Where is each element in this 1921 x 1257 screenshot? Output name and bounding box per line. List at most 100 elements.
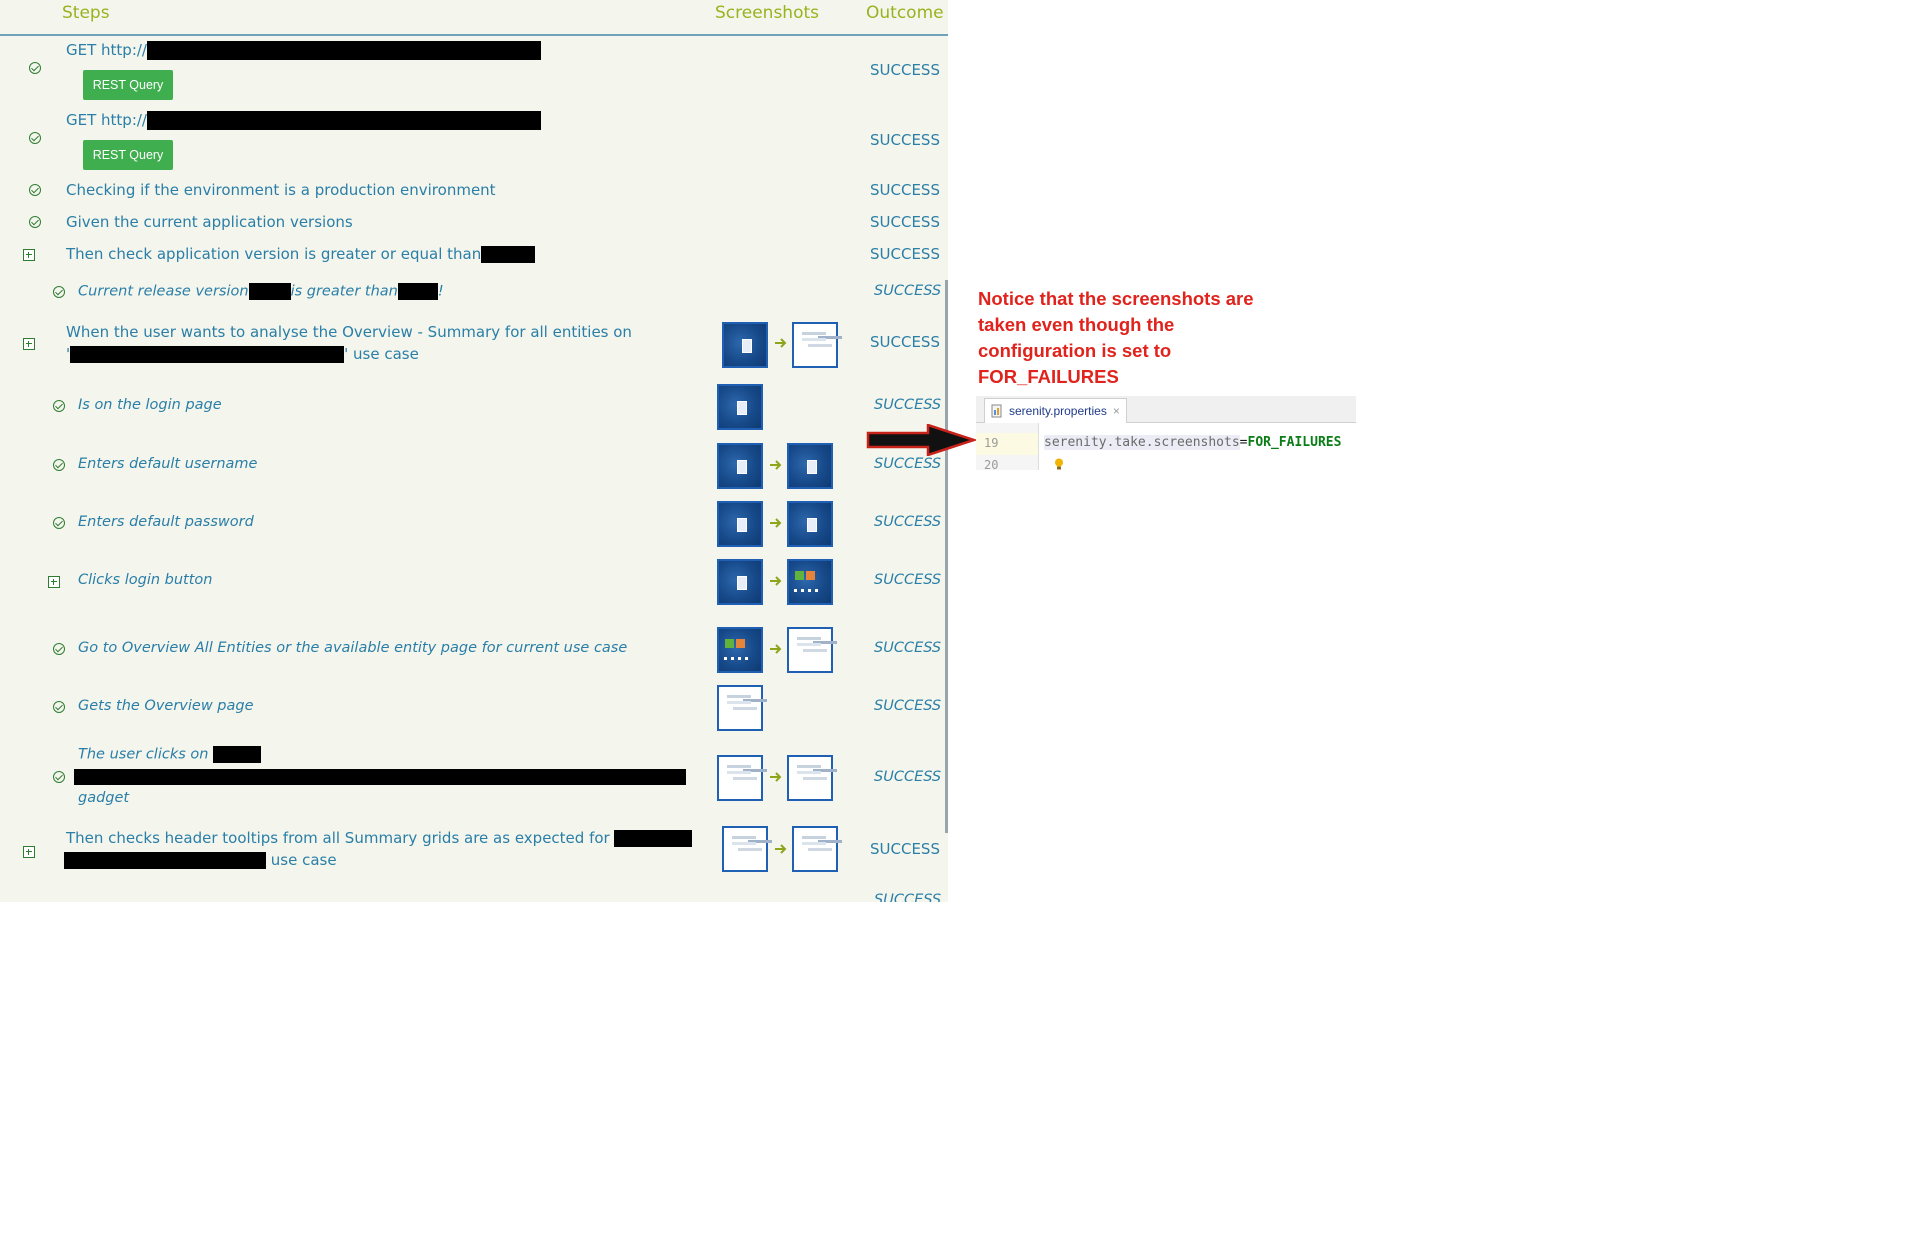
redacted-block (248, 283, 291, 300)
screenshot-thumbnail[interactable] (717, 627, 763, 673)
screenshot-thumbnail[interactable] (792, 826, 838, 872)
scrollbar[interactable] (945, 280, 948, 833)
redacted-block (74, 769, 686, 785)
step-text: The user clicks on (78, 746, 262, 763)
arrow-right-icon (770, 576, 782, 586)
step-outcome: SUCCESS (874, 892, 942, 902)
screenshot-thumbnail[interactable] (787, 755, 833, 801)
step-outcome: SUCCESS (874, 397, 942, 413)
step-outcome: SUCCESS (874, 640, 942, 656)
rest-query-button[interactable]: REST Query (83, 70, 173, 100)
table-row: Gets the Overview page SUCCESS (0, 684, 948, 732)
step-text: Enters default password (78, 514, 254, 530)
tab-label: serenity.properties (1009, 404, 1107, 418)
expand-plus-icon[interactable] (23, 338, 35, 350)
success-check-icon (53, 643, 65, 655)
step-text: When the user wants to analyse the Overv… (66, 323, 632, 341)
screenshot-thumbnail[interactable] (792, 322, 838, 368)
table-row: Then checks header tooltips from all Sum… (0, 824, 948, 878)
property-value: FOR_FAILURES (1247, 435, 1342, 450)
expand-plus-icon[interactable] (48, 576, 60, 588)
table-row: When the user wants to analyse the Overv… (0, 318, 948, 370)
step-text: Given the current application versions (66, 213, 353, 231)
rest-query-button[interactable]: REST Query (83, 140, 173, 170)
line-number: 20 (984, 458, 999, 470)
step-outcome: SUCCESS (870, 213, 940, 231)
success-check-icon (53, 400, 65, 412)
redacted-block (146, 41, 541, 60)
step-text: Is on the login page (78, 397, 222, 413)
step-outcome: SUCCESS (870, 840, 940, 858)
redacted-block (614, 830, 693, 847)
redacted-block (481, 246, 536, 263)
lightbulb-icon[interactable] (1054, 458, 1064, 470)
success-check-icon (29, 216, 41, 228)
screenshot-thumbnail[interactable] (717, 501, 763, 547)
table-row: Current release version is greater than! … (0, 282, 948, 306)
header-outcome: Outcome (866, 3, 944, 23)
screenshot-thumbnail[interactable] (787, 627, 833, 673)
table-row: Go to Overview All Entities or the avail… (0, 626, 948, 674)
table-row: GET http:// REST Query SUCCESS (0, 35, 948, 105)
expand-plus-icon[interactable] (23, 249, 35, 261)
step-outcome: SUCCESS (874, 514, 942, 530)
step-outcome: SUCCESS (870, 181, 940, 199)
step-outcome: SUCCESS (870, 131, 940, 149)
screenshot-thumbnail[interactable] (717, 755, 763, 801)
screenshot-thumbnail[interactable] (717, 443, 763, 489)
test-report-panel: Steps Screenshots Outcome GET http:// RE… (0, 0, 948, 902)
screenshot-thumbnail[interactable] (717, 384, 763, 430)
step-text: Enters default username (78, 456, 258, 472)
step-text: Current release version is greater than! (78, 283, 444, 300)
step-text: Gets the Overview page (78, 698, 254, 714)
arrow-right-icon (770, 460, 782, 470)
table-row: Checking if the environment is a product… (0, 180, 948, 204)
step-outcome: SUCCESS (870, 245, 940, 263)
step-text: Then check application version is greate… (66, 245, 536, 263)
step-text: Checking if the environment is a product… (66, 181, 496, 199)
table-row: The user clicks on gadget SUCCESS (0, 744, 948, 814)
step-text: gadget (78, 790, 130, 806)
annotation-arrow-icon (866, 424, 976, 456)
table-row: Enters default username SUCCESS (0, 442, 948, 490)
success-check-icon (29, 132, 41, 144)
step-text: ' ' use case (66, 345, 419, 363)
steps-table-header: Steps Screenshots Outcome (0, 0, 948, 36)
property-key: serenity.take.screenshots (1044, 435, 1240, 450)
step-outcome: SUCCESS (874, 698, 942, 714)
ide-editor-snippet: serenity.properties × 19 20 serenity.tak… (976, 396, 1356, 470)
step-text: Then checks header tooltips from all Sum… (66, 829, 693, 847)
table-row: Then check application version is greate… (0, 244, 948, 268)
properties-file-icon (991, 404, 1002, 418)
tab-serenity-properties[interactable]: serenity.properties × (984, 398, 1127, 423)
line-number: 19 (984, 436, 999, 450)
screenshot-thumbnail[interactable] (717, 685, 763, 731)
success-check-icon (53, 286, 65, 298)
success-check-icon (53, 459, 65, 471)
step-outcome: SUCCESS (874, 456, 942, 472)
screenshot-thumbnail[interactable] (787, 559, 833, 605)
redacted-block (397, 283, 438, 300)
table-row: SUCCESS (0, 892, 948, 902)
step-outcome: SUCCESS (870, 61, 940, 79)
table-row: Given the current application versions S… (0, 212, 948, 236)
expand-plus-icon[interactable] (23, 846, 35, 858)
arrow-right-icon (775, 844, 787, 854)
step-outcome: SUCCESS (874, 572, 942, 588)
code-line[interactable]: serenity.take.screenshots=FOR_FAILURES (1044, 435, 1341, 450)
screenshot-thumbnail[interactable] (722, 826, 768, 872)
arrow-right-icon (775, 338, 787, 348)
screenshot-thumbnail[interactable] (787, 501, 833, 547)
screenshot-thumbnail[interactable] (722, 322, 768, 368)
header-steps: Steps (62, 3, 110, 23)
property-equals: = (1239, 435, 1248, 450)
arrow-right-icon (770, 644, 782, 654)
screenshot-thumbnail[interactable] (787, 443, 833, 489)
redacted-block (64, 852, 266, 869)
close-icon[interactable]: × (1113, 404, 1120, 418)
table-row: Clicks login button SUCCESS (0, 558, 948, 606)
screenshot-thumbnail[interactable] (717, 559, 763, 605)
step-text: GET http:// (66, 111, 541, 130)
success-check-icon (53, 771, 65, 783)
step-text: Clicks login button (78, 572, 213, 588)
